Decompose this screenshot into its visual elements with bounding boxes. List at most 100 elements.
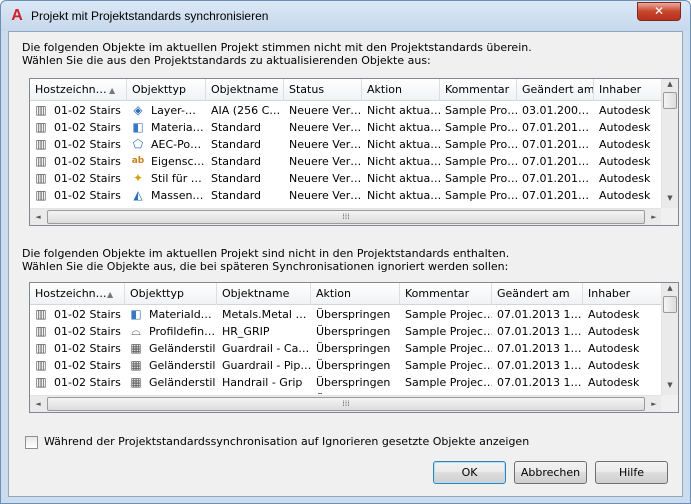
scroll-down-icon[interactable]: ▼ — [662, 194, 678, 202]
scroll-up-icon[interactable]: ▲ — [662, 284, 678, 292]
cell-owner: Autodesk — [594, 187, 662, 204]
column-header-label: Hostzeichn… — [35, 83, 107, 96]
column-header-name[interactable]: Objektname — [217, 283, 311, 305]
cell-text: 07.01.2013 1… — [497, 376, 582, 389]
table-row[interactable]: ▥ 01-02 Stairs ▦ Geländerstil Handrail - Gri… — [30, 374, 662, 391]
cell-text: Standard — [211, 138, 262, 151]
cancel-button[interactable]: Abbrechen — [514, 461, 587, 484]
cell-text: HR_GRIP — [222, 325, 270, 338]
cell-comment: Sample Projec… — [400, 323, 492, 340]
scroll-thumb[interactable]: ⁞⁞⁞ — [47, 210, 645, 224]
vertical-scrollbar[interactable]: ▲ ▼ — [661, 79, 678, 208]
cell-owner: Autodesk — [583, 306, 662, 323]
column-header-comment[interactable]: Kommentar — [440, 79, 517, 101]
cell-changed: 07.01.201… — [517, 119, 594, 136]
scroll-right-icon[interactable]: ► — [646, 209, 662, 225]
column-header-type[interactable]: Objekttyp — [127, 79, 206, 101]
cell-text: AEC-Po… — [151, 138, 202, 151]
column-header-owner[interactable]: Inhaber — [583, 283, 662, 305]
column-header-name[interactable]: Objektname — [206, 79, 284, 101]
scroll-right-icon[interactable]: ► — [646, 396, 662, 412]
horizontal-scrollbar[interactable]: ◄ ⁞⁞⁞ ► — [30, 208, 662, 225]
cell-comment: Sample Projec… — [400, 374, 492, 391]
cell-text: Sample Projec… — [405, 342, 492, 355]
cell-text: Nicht aktua… — [367, 189, 440, 202]
cell-name: AIA (256 C… — [206, 102, 284, 119]
column-header-host[interactable]: Hostzeichn… ▲ — [30, 283, 125, 305]
column-header-changed[interactable]: Geändert am — [517, 79, 594, 101]
column-header-comment[interactable]: Kommentar — [400, 283, 492, 305]
table-row[interactable]: ▥ 01-02 Stairs ◈ Layer-… AIA (256 C… Neuere V… — [30, 102, 662, 119]
cell-text: Autodesk — [588, 359, 640, 372]
cell-owner: Autodesk — [583, 340, 662, 357]
table-row[interactable]: ▥ 01-02 Stairs ⬠ AEC-Po… Standard Neuere Ver…… — [30, 136, 662, 153]
close-button[interactable]: ✕ — [637, 2, 681, 21]
table-row[interactable]: ▥ 01-02 Stairs ▦ Geländerstil Guardrail - Ca… — [30, 340, 662, 357]
scroll-thumb[interactable]: ⁞⁞⁞ — [47, 397, 645, 411]
nonconforming-objects-list[interactable]: Hostzeichn… ▲ Objekttyp Objektname Status Akt… — [29, 78, 679, 226]
cell-text: 01-02 Stairs — [54, 104, 121, 117]
section1-description: Die folgenden Objekte im aktuellen Proje… — [22, 41, 532, 67]
cell-changed: 07.01.201… — [517, 170, 594, 187]
cell-name: Metals.Metal … — [217, 306, 311, 323]
show-ignored-checkbox-label[interactable]: Während der Projektstandardssynchronisat… — [44, 435, 529, 448]
cell-text: Autodesk — [599, 104, 651, 117]
table-row[interactable]: ▥ 01-02 Stairs ◧ Materia… Standard Neuere Ver… — [30, 119, 662, 136]
cell-text: 01-02 Stairs — [54, 172, 121, 185]
cell-text: Sample Pro… — [445, 104, 517, 117]
cell-status: Neuere Ver… — [284, 153, 362, 170]
table-row[interactable]: ▥ 01-02 Stairs ◧ Materiald… Metals.Metal … Üb… — [30, 306, 662, 323]
cell-text: Autodesk — [588, 376, 640, 389]
column-header-label: Kommentar — [445, 83, 510, 96]
table-row[interactable]: ▥ 01-02 Stairs ▦ Geländerstil Guardrail - Pi… — [30, 357, 662, 374]
cell-owner: Autodesk — [583, 357, 662, 374]
cell-text: Nicht aktua… — [367, 121, 440, 134]
table-row[interactable]: ▥ 01-02 Stairs ✦ Stil für … Standard Neuere V… — [30, 170, 662, 187]
cell-text: 07.01.201… — [522, 121, 589, 134]
cell-text: Eigensc… — [151, 155, 205, 168]
drawing-file-icon: ▥ — [35, 103, 47, 117]
dialog-window: A Projekt mit Projektstandards synchroni… — [0, 0, 691, 504]
railing-icon: ▦ — [130, 341, 142, 355]
table-row[interactable]: ▥ 01-02 Stairs ab Eigensc… Standard Neuere Ve… — [30, 153, 662, 170]
cell-type: ▦ Geländerstil — [125, 357, 217, 374]
cell-text: Standard — [211, 172, 262, 185]
show-ignored-checkbox[interactable] — [25, 436, 38, 449]
column-header-owner[interactable]: Inhaber — [594, 79, 662, 101]
cell-text: Autodesk — [599, 189, 651, 202]
cell-action: Nicht aktua… — [362, 187, 440, 204]
table-row[interactable]: ▥ 01-02 Stairs ◭ Massen… Standard Neuere Ver…… — [30, 187, 662, 204]
column-header-action[interactable]: Aktion — [311, 283, 400, 305]
table-row[interactable]: ▥ 01-02 Stairs ⌓ Profildefin… HR_GRIP Überspr… — [30, 323, 662, 340]
column-header-status[interactable]: Status — [284, 79, 362, 101]
scroll-left-icon[interactable]: ◄ — [30, 209, 46, 225]
horizontal-scrollbar[interactable]: ◄ ⁞⁞⁞ ► — [30, 395, 662, 412]
title-bar[interactable]: A Projekt mit Projektstandards synchroni… — [1, 1, 690, 31]
help-button[interactable]: Hilfe — [595, 461, 668, 484]
cell-name: Standard — [206, 170, 284, 187]
cell-text: Handrail - Grip — [222, 376, 303, 389]
column-header-type[interactable]: Objekttyp — [125, 283, 217, 305]
sort-ascending-icon: ▲ — [107, 290, 114, 299]
scroll-up-icon[interactable]: ▲ — [662, 80, 678, 88]
column-header-host[interactable]: Hostzeichn… ▲ — [30, 79, 127, 101]
scroll-left-icon[interactable]: ◄ — [30, 396, 46, 412]
cell-host: ▥ 01-02 Stairs — [30, 374, 125, 391]
cell-type: ◧ Materiald… — [125, 306, 217, 323]
scroll-thumb[interactable] — [663, 92, 677, 109]
missing-objects-list[interactable]: Hostzeichn… ▲ Objekttyp Objektname Aktion Kom… — [29, 282, 679, 413]
column-header-action[interactable]: Aktion — [362, 79, 440, 101]
drawing-file-icon: ▥ — [35, 154, 47, 168]
cell-text: Sample Pro… — [445, 155, 517, 168]
scroll-thumb[interactable] — [663, 296, 677, 313]
sort-ascending-icon: ▲ — [109, 86, 116, 95]
ok-button[interactable]: OK — [433, 461, 506, 484]
scrollbar-corner — [661, 395, 678, 412]
cell-text: Stil für … — [151, 172, 202, 185]
scroll-down-icon[interactable]: ▼ — [662, 381, 678, 389]
vertical-scrollbar[interactable]: ▲ ▼ — [661, 283, 678, 395]
section2-description: Die folgenden Objekte im aktuellen Proje… — [22, 247, 509, 273]
cell-name: Guardrail - Ca… — [217, 340, 311, 357]
column-header-changed[interactable]: Geändert am — [492, 283, 583, 305]
column-header-label: Aktion — [367, 83, 402, 96]
